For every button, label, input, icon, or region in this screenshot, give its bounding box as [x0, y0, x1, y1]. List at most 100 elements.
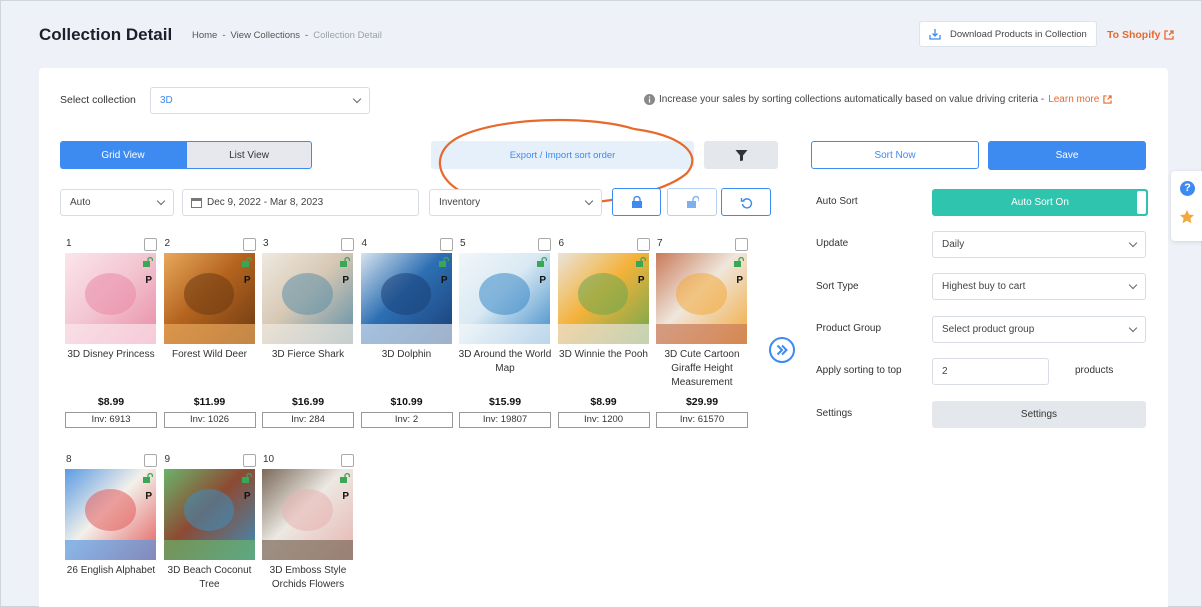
sort-type-select-value: Highest buy to cart [942, 281, 1026, 292]
product-position: 9 [164, 454, 171, 465]
unlock-button[interactable] [667, 188, 717, 216]
product-name: 26 English Alphabet [66, 565, 156, 576]
product-position: 1 [66, 238, 72, 249]
product-name: 3D Dolphin [381, 349, 432, 360]
auto-select[interactable]: Auto [60, 189, 174, 216]
star-icon[interactable] [1179, 209, 1195, 225]
page-title: Collection Detail [39, 25, 173, 44]
unlocked-icon[interactable] [734, 257, 744, 267]
help-icon[interactable]: ? [1180, 181, 1195, 196]
grid-view-button[interactable]: Grid View [60, 141, 186, 169]
sort-type-select[interactable]: Highest buy to cart [932, 273, 1146, 300]
product-group-select[interactable]: Select product group [932, 316, 1146, 343]
apply-top-count-input[interactable]: 2 [932, 358, 1049, 385]
breadcrumb-current: Collection Detail [313, 30, 382, 41]
to-shopify-link[interactable]: To Shopify [1107, 29, 1175, 41]
info-text: Increase your sales by sorting collectio… [659, 94, 1045, 105]
apply-sorting-label: Apply sorting to top [816, 365, 902, 376]
product-checkbox[interactable] [144, 454, 157, 467]
product-name: 3D Winnie the Pooh [559, 349, 648, 360]
download-products-label: Download Products in Collection [950, 28, 1087, 40]
auto-sort-value: Auto Sort On [1011, 197, 1069, 208]
product-checkbox[interactable] [439, 238, 453, 251]
filter-button[interactable] [704, 141, 778, 169]
product-inventory: Inv: 284 [262, 412, 354, 428]
product-position: 7 [657, 238, 663, 249]
product-checkbox[interactable] [735, 238, 748, 251]
learn-more-link[interactable]: Learn more [1048, 94, 1099, 105]
product-position: 5 [460, 238, 466, 249]
pinned-badge: P [539, 275, 546, 286]
product-checkbox[interactable] [538, 238, 551, 251]
undo-icon [740, 197, 752, 209]
product-position: 2 [164, 238, 171, 249]
product-inventory: Inv: 1026 [163, 412, 256, 428]
unlocked-icon[interactable] [537, 257, 547, 267]
product-name: 3D Around the World Map [458, 349, 552, 374]
filter-icon [735, 149, 747, 161]
product-inventory: Inv: 19807 [459, 412, 551, 428]
pinned-badge: P [637, 275, 645, 286]
product-checkbox[interactable] [144, 238, 157, 251]
metric-select-value: Inventory [439, 197, 481, 208]
unlocked-icon[interactable] [143, 257, 153, 267]
product-position: 10 [263, 454, 275, 465]
lock-button[interactable] [612, 188, 661, 216]
pinned-badge: P [736, 275, 743, 286]
settings-button[interactable]: Settings [932, 401, 1146, 428]
product-group-label: Product Group [816, 323, 882, 334]
save-button[interactable]: Save [988, 141, 1146, 170]
auto-sort-toggle[interactable]: Auto Sort On [932, 189, 1148, 216]
pinned-badge: P [440, 275, 448, 286]
product-checkbox[interactable] [341, 238, 354, 251]
product-price: $10.99 [390, 396, 423, 408]
breadcrumb-view-collections[interactable]: View Collections [231, 30, 301, 41]
double-chevron-right-icon [776, 344, 788, 356]
product-checkbox[interactable] [242, 238, 256, 251]
unlocked-icon[interactable] [635, 257, 646, 267]
unlocked-icon[interactable] [438, 257, 449, 267]
update-select-value: Daily [942, 239, 965, 250]
product-name: 3D Emboss Style Orchids Flowers [269, 565, 347, 590]
product-price: $8.99 [97, 396, 125, 408]
select-collection-label: Select collection [60, 94, 136, 106]
download-products-button[interactable]: Download Products in Collection [919, 21, 1097, 47]
chevron-down-icon [352, 94, 362, 104]
pinned-badge: P [243, 491, 251, 502]
lock-icon [631, 196, 642, 208]
metric-select[interactable]: Inventory [429, 189, 602, 216]
unlocked-icon[interactable] [241, 257, 252, 267]
sort-type-label: Sort Type [816, 281, 859, 292]
unlocked-icon[interactable] [340, 257, 350, 267]
next-page-button[interactable] [769, 337, 795, 363]
update-select[interactable]: Daily [932, 231, 1146, 258]
breadcrumb-home[interactable]: Home [192, 30, 217, 41]
date-range-picker[interactable]: Dec 9, 2022 - Mar 8, 2023 [182, 189, 419, 216]
product-inventory: Inv: 2 [360, 412, 453, 428]
product-position: 3 [263, 238, 269, 249]
auto-sort-toggle-knob[interactable] [1137, 191, 1146, 214]
product-checkbox[interactable] [341, 454, 354, 467]
product-price: $11.99 [193, 396, 226, 408]
product-position: 4 [361, 238, 368, 249]
unlocked-icon[interactable] [143, 473, 153, 483]
chevron-down-icon [1128, 238, 1138, 248]
sort-now-button[interactable]: Sort Now [811, 141, 979, 169]
collection-select[interactable]: 3D [150, 87, 370, 114]
unlocked-icon[interactable] [340, 473, 350, 483]
product-inventory: Inv: 6913 [65, 412, 157, 428]
product-checkbox[interactable] [242, 454, 256, 467]
download-icon [929, 29, 941, 40]
product-name: Forest Wild Deer [171, 349, 247, 360]
chevron-down-icon [156, 196, 166, 206]
list-view-button[interactable]: List View [186, 141, 312, 169]
product-checkbox[interactable] [636, 238, 650, 251]
apply-products-suffix: products [1075, 365, 1114, 376]
product-price: $16.99 [291, 396, 325, 408]
reset-button[interactable] [721, 188, 771, 216]
external-link-icon [1164, 30, 1175, 40]
product-price: $8.99 [590, 396, 617, 408]
apply-top-count-value: 2 [942, 366, 948, 377]
unlocked-icon[interactable] [241, 473, 252, 483]
product-position: 8 [66, 454, 72, 465]
